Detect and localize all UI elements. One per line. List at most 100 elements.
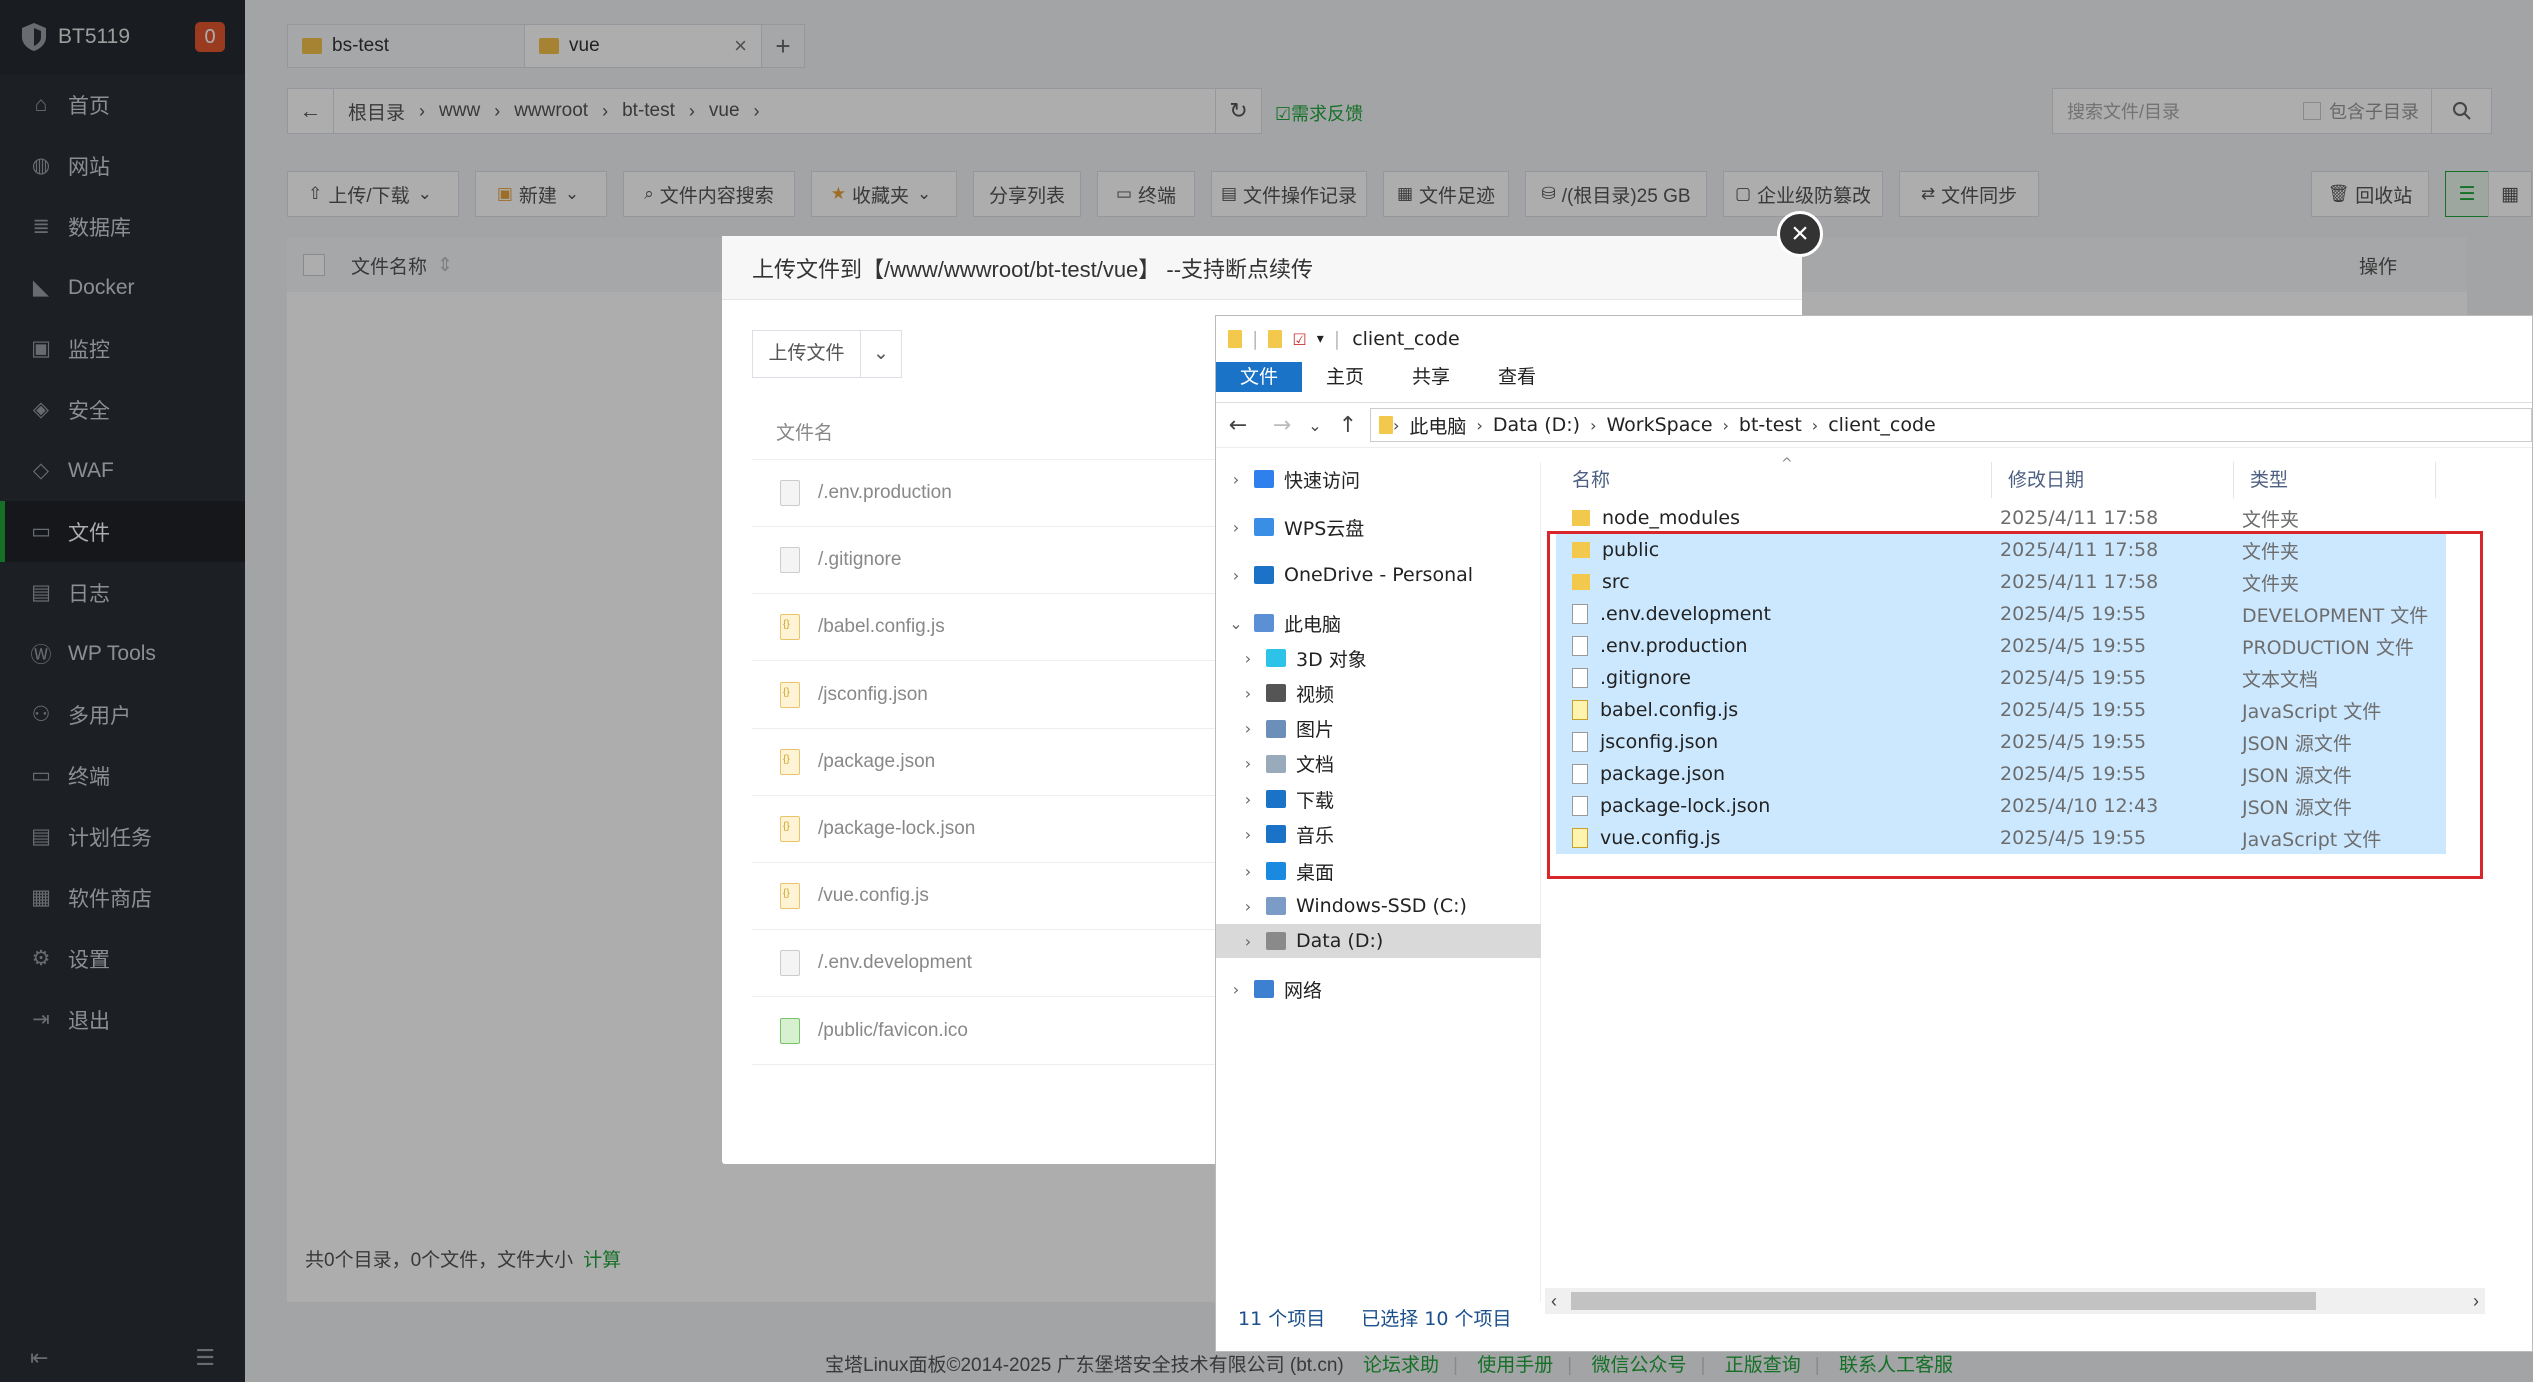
code-file-icon <box>780 614 800 641</box>
text-file-icon <box>780 950 800 977</box>
chevron-right-icon[interactable]: › <box>1226 566 1246 585</box>
star-icon <box>1254 470 1274 488</box>
scroll-thumb[interactable] <box>1571 1292 2316 1310</box>
close-icon: × <box>1791 217 1809 250</box>
address-segment[interactable]: WorkSpace <box>1607 414 1713 436</box>
tree-item[interactable]: › Windows-SSD (C:) <box>1216 889 1541 923</box>
chevron-right-icon[interactable]: › <box>1226 980 1246 999</box>
upload-file-name: /jsconfig.json <box>818 683 928 705</box>
file-name-cell: node_modules <box>1556 507 1992 529</box>
chevron-right-icon[interactable]: › <box>1812 416 1818 435</box>
chevron-right-icon[interactable]: › <box>1238 719 1258 738</box>
drive-icon <box>1266 897 1286 916</box>
divider: | <box>1333 328 1341 350</box>
network-icon <box>1254 980 1274 999</box>
address-segment[interactable]: bt-test <box>1739 414 1802 436</box>
tree-item[interactable]: › 3D 对象 <box>1216 641 1541 675</box>
close-dialog-button[interactable]: × <box>1777 211 1823 257</box>
tree-item-label: WPS云盘 <box>1284 517 1365 540</box>
upload-file-name: /package.json <box>818 750 936 772</box>
new-folder-icon[interactable] <box>1268 330 1283 348</box>
upload-file-name: /.gitignore <box>818 549 902 571</box>
tree-item[interactable]: › 桌面 <box>1216 854 1541 888</box>
chevron-right-icon[interactable]: › <box>1238 932 1258 951</box>
tree-item[interactable]: › 下载 <box>1216 782 1541 816</box>
chevron-right-icon[interactable]: › <box>1238 684 1258 703</box>
code-file-icon <box>780 748 800 775</box>
address-segment[interactable]: Data (D:) <box>1493 414 1580 436</box>
back-arrow-icon[interactable]: ← <box>1216 413 1260 438</box>
window-title: client_code <box>1352 328 1460 350</box>
text-file-icon <box>780 480 800 506</box>
tree-item[interactable]: › 图片 <box>1216 712 1541 746</box>
divider: | <box>1252 328 1259 350</box>
chevron-right-icon[interactable]: › <box>1238 862 1258 881</box>
tree-item[interactable]: › 网络 <box>1216 972 1541 1006</box>
tree-item[interactable]: › OneDrive - Personal <box>1216 558 1541 592</box>
document-icon <box>1266 754 1286 773</box>
code-file-icon <box>780 883 800 910</box>
file-row[interactable]: node_modules 2025/4/11 17:58 文件夹 <box>1556 502 2446 534</box>
column-type[interactable]: 类型 <box>2234 462 2436 498</box>
chevron-right-icon[interactable]: › <box>1590 416 1596 435</box>
status-bar: 11 个项目 已选择 10 个项目 <box>1238 1304 1511 1331</box>
scroll-right-icon[interactable]: › <box>2473 1288 2479 1314</box>
quick-access-toolbar: | ☑ ▾ | <box>1228 328 1340 350</box>
chevron-right-icon[interactable]: › <box>1476 416 1482 435</box>
tree-item-label: 视频 <box>1296 683 1335 706</box>
chevron-down-icon[interactable]: ⌄ <box>1226 614 1246 633</box>
ribbon-tab-home[interactable]: 主页 <box>1302 362 1388 392</box>
tree-item-label: 文档 <box>1296 754 1335 777</box>
tree-item[interactable]: › 音乐 <box>1216 817 1541 851</box>
tree-item[interactable]: › 视频 <box>1216 676 1541 710</box>
selected-count: 已选择 10 个项目 <box>1361 1308 1512 1330</box>
tree-item[interactable]: › 快速访问 <box>1216 462 1541 496</box>
text-file-icon <box>780 547 800 574</box>
column-name[interactable]: 名称 <box>1556 462 1992 498</box>
chevron-right-icon[interactable]: › <box>1238 897 1258 916</box>
chevron-right-icon[interactable]: › <box>1723 416 1729 435</box>
cloud-icon <box>1254 518 1274 536</box>
column-date[interactable]: 修改日期 <box>1992 462 2234 498</box>
desktop-icon <box>1266 862 1286 880</box>
drive-icon <box>1266 932 1286 951</box>
tree-item-label: 音乐 <box>1296 824 1335 847</box>
tree-item[interactable]: › 文档 <box>1216 747 1541 781</box>
tree-item-label: 桌面 <box>1296 861 1335 884</box>
tree-item[interactable]: › Data (D:) <box>1216 924 1541 959</box>
file-type: 文件夹 <box>2242 508 2300 531</box>
ribbon-tab-file[interactable]: 文件 <box>1216 362 1303 392</box>
scroll-left-icon[interactable]: ‹ <box>1551 1288 1557 1314</box>
upload-file-button[interactable]: 上传文件 ⌄ <box>752 330 902 378</box>
chevron-right-icon[interactable]: › <box>1226 470 1246 489</box>
tree-item[interactable]: ⌄ 此电脑 <box>1216 606 1541 640</box>
chevron-right-icon[interactable]: › <box>1238 825 1258 844</box>
folder-icon <box>1572 510 1590 526</box>
tree-item[interactable]: › WPS云盘 <box>1216 510 1541 544</box>
chevron-down-icon[interactable]: ▾ <box>1317 331 1324 347</box>
upload-file-name: /public/favicon.ico <box>818 1019 968 1041</box>
chevron-right-icon[interactable]: › <box>1393 416 1399 435</box>
address-segment[interactable]: client_code <box>1828 414 1936 436</box>
chevron-right-icon[interactable]: › <box>1238 790 1258 809</box>
recent-chevron-icon[interactable]: ⌄ <box>1304 416 1326 435</box>
properties-icon[interactable]: ☑ <box>1292 330 1306 349</box>
chevron-right-icon[interactable]: › <box>1238 754 1258 773</box>
chevron-right-icon[interactable]: › <box>1226 518 1246 537</box>
forward-arrow-icon[interactable]: → <box>1260 413 1304 438</box>
address-segment[interactable]: 此电脑 <box>1409 412 1466 439</box>
explorer-titlebar: | ☑ ▾ | client_code <box>1216 316 2532 362</box>
ribbon-tab-view[interactable]: 查看 <box>1474 362 1560 392</box>
file-name: node_modules <box>1602 507 1741 529</box>
up-arrow-icon[interactable]: ↑ <box>1326 413 1370 438</box>
tree-item-label: 图片 <box>1296 719 1335 742</box>
upload-file-label[interactable]: 上传文件 <box>753 331 861 377</box>
ribbon-tab-share[interactable]: 共享 <box>1388 362 1474 392</box>
chevron-right-icon[interactable]: › <box>1238 649 1258 668</box>
tree-item-label: 快速访问 <box>1284 469 1361 492</box>
chevron-down-icon[interactable]: ⌄ <box>861 331 901 377</box>
address-path[interactable]: › 此电脑 › Data (D:) › WorkSpace › bt-test › client_… <box>1370 408 2532 442</box>
folder-icon <box>1379 416 1393 434</box>
horizontal-scrollbar[interactable]: ‹ › <box>1545 1288 2485 1314</box>
download-icon <box>1266 790 1286 808</box>
